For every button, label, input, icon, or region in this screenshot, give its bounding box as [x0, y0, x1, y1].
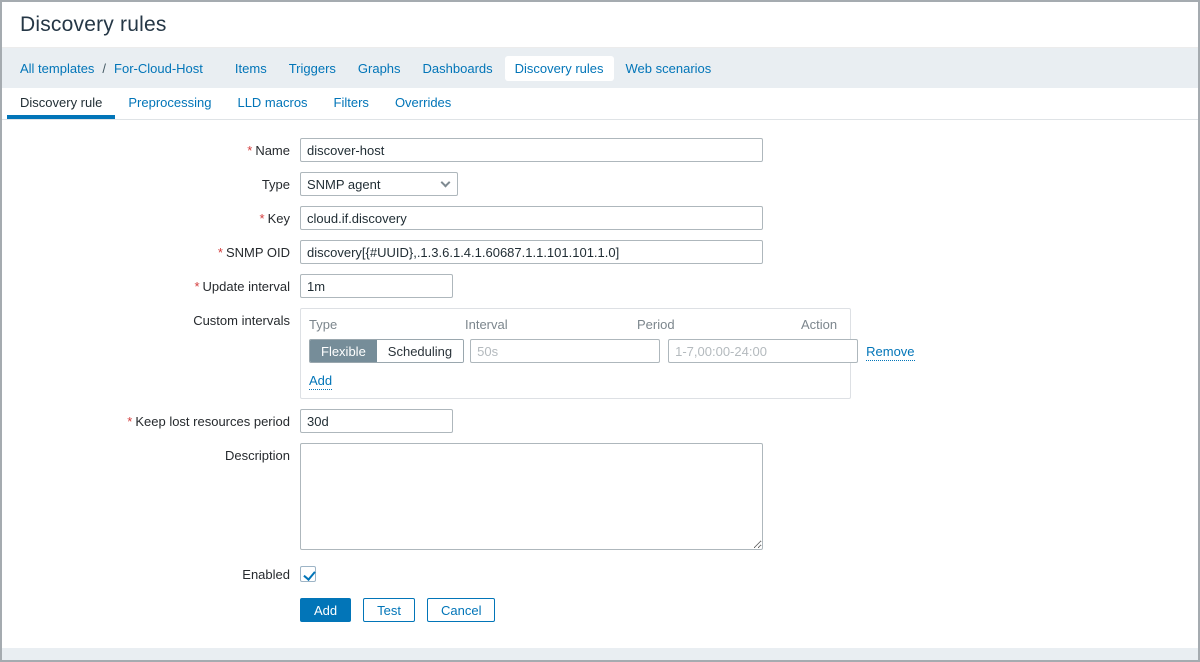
name-input[interactable] [300, 138, 763, 162]
custom-interval-row: Flexible Scheduling Remove [309, 339, 840, 363]
required-marker: * [194, 279, 199, 294]
column-header-interval: Interval [465, 317, 629, 332]
template-section-menu: Items Triggers Graphs Dashboards Discove… [225, 56, 723, 81]
required-marker: * [127, 414, 132, 429]
description-textarea[interactable] [300, 443, 763, 550]
tab-discovery-rule[interactable]: Discovery rule [7, 88, 115, 119]
keep-lost-label-text: Keep lost resources period [135, 414, 290, 429]
breadcrumb: All templates / For-Cloud-Host Items Tri… [2, 48, 1198, 88]
column-header-type: Type [309, 317, 459, 332]
field-row-key: *Key [2, 206, 1198, 230]
chevron-down-icon [441, 178, 451, 188]
interval-type-toggle: Flexible Scheduling [309, 339, 464, 363]
field-row-type: Type SNMP agent [2, 172, 1198, 196]
type-select-value: SNMP agent [307, 177, 380, 192]
snmp-oid-label: *SNMP OID [2, 245, 300, 260]
name-label: *Name [2, 143, 300, 158]
discovery-rule-form: *Name Type SNMP agent *Key *SNMP OID *Up… [2, 120, 1198, 648]
keep-lost-input[interactable] [300, 409, 453, 433]
field-row-description: Description [2, 443, 1198, 550]
interval-input[interactable] [470, 339, 660, 363]
test-button[interactable]: Test [363, 598, 415, 622]
form-footer-buttons: Add Test Cancel [2, 598, 1198, 622]
type-label: Type [2, 177, 300, 192]
snmp-oid-label-text: SNMP OID [226, 245, 290, 260]
add-interval-line: Add [309, 373, 840, 388]
nav-item-discovery-rules[interactable]: Discovery rules [505, 56, 614, 81]
field-row-custom-intervals: Custom intervals Type Interval Period Ac… [2, 308, 1198, 399]
breadcrumb-all-templates[interactable]: All templates [20, 61, 94, 76]
name-label-text: Name [255, 143, 290, 158]
required-marker: * [218, 245, 223, 260]
scheduling-toggle-button[interactable]: Scheduling [377, 340, 463, 362]
custom-intervals-table: Type Interval Period Action Flexible Sch… [300, 308, 851, 399]
add-button[interactable]: Add [300, 598, 351, 622]
update-interval-label: * Update interval [2, 279, 300, 294]
enabled-label: Enabled [2, 567, 300, 582]
tab-overrides[interactable]: Overrides [382, 88, 464, 119]
description-label: Description [2, 443, 300, 463]
nav-item-dashboards[interactable]: Dashboards [413, 56, 503, 81]
field-row-snmp-oid: *SNMP OID [2, 240, 1198, 264]
remove-interval-link[interactable]: Remove [866, 344, 914, 361]
required-marker: * [247, 143, 252, 158]
flexible-toggle-button[interactable]: Flexible [310, 340, 377, 362]
breadcrumb-separator: / [102, 61, 106, 76]
tab-filters[interactable]: Filters [321, 88, 382, 119]
interval-type-segmented-control: Flexible Scheduling [309, 339, 464, 363]
nav-item-items[interactable]: Items [225, 56, 277, 81]
field-row-enabled: Enabled [2, 566, 1198, 582]
page-title: Discovery rules [20, 13, 167, 37]
custom-intervals-header: Type Interval Period Action [309, 317, 840, 332]
key-label-text: Key [268, 211, 290, 226]
breadcrumb-template-name[interactable]: For-Cloud-Host [114, 61, 203, 76]
column-header-action: Action [801, 317, 837, 332]
page-bottom-margin [2, 648, 1198, 660]
column-header-period: Period [637, 317, 793, 332]
field-row-update-interval: * Update interval [2, 274, 1198, 298]
required-marker: * [260, 211, 265, 226]
snmp-oid-input[interactable] [300, 240, 763, 264]
field-row-name: *Name [2, 138, 1198, 162]
custom-intervals-label: Custom intervals [2, 308, 300, 328]
period-input[interactable] [668, 339, 858, 363]
tab-lld-macros[interactable]: LLD macros [224, 88, 320, 119]
key-input[interactable] [300, 206, 763, 230]
app-window: Discovery rules All templates / For-Clou… [0, 0, 1200, 662]
interval-action-cell: Remove [866, 344, 914, 359]
nav-item-web-scenarios[interactable]: Web scenarios [616, 56, 722, 81]
field-row-keep-lost: *Keep lost resources period [2, 409, 1198, 433]
add-interval-link[interactable]: Add [309, 373, 332, 390]
type-select[interactable]: SNMP agent [300, 172, 458, 196]
nav-item-graphs[interactable]: Graphs [348, 56, 411, 81]
cancel-button[interactable]: Cancel [427, 598, 495, 622]
keep-lost-label: *Keep lost resources period [2, 414, 300, 429]
page-header: Discovery rules [2, 2, 1198, 48]
update-interval-label-text: Update interval [203, 279, 290, 294]
tab-preprocessing[interactable]: Preprocessing [115, 88, 224, 119]
form-tabs: Discovery rule Preprocessing LLD macros … [2, 88, 1198, 120]
update-interval-input[interactable] [300, 274, 453, 298]
key-label: *Key [2, 211, 300, 226]
nav-item-triggers[interactable]: Triggers [279, 56, 346, 81]
enabled-checkbox[interactable] [300, 566, 316, 582]
